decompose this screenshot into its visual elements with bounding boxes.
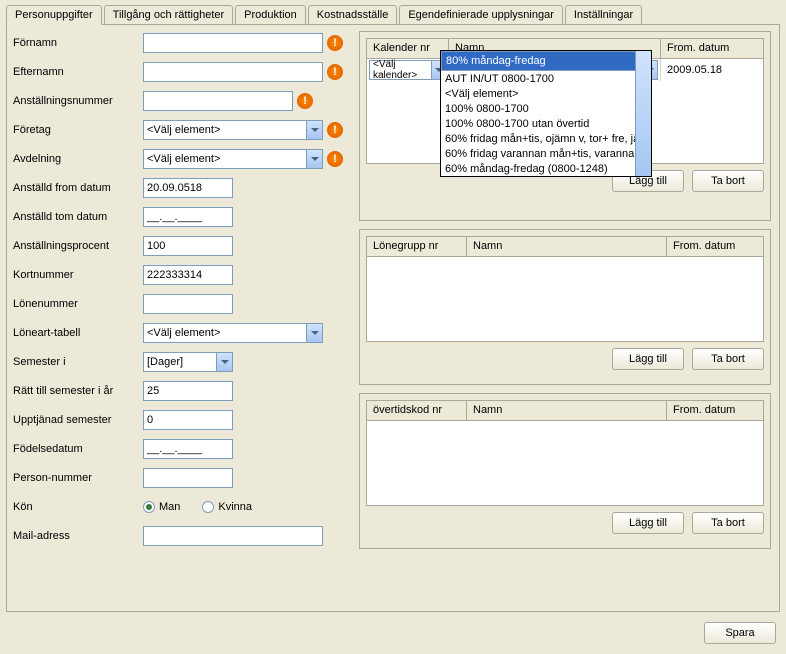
lagg-till-button[interactable]: Lägg till [612, 348, 684, 370]
ansttom-label: Anställd tom datum [13, 211, 143, 223]
anstfrom-input[interactable] [143, 178, 233, 198]
col-from-datum[interactable]: From. datum [667, 237, 763, 256]
ratt-input[interactable] [143, 381, 233, 401]
kortnr-label: Kortnummer [13, 269, 143, 281]
fodelse-input[interactable] [143, 439, 233, 459]
radio-kvinna-label: Kvinna [218, 501, 252, 513]
foretag-label: Företag [13, 124, 143, 136]
radio-man[interactable]: Man [143, 501, 180, 513]
avdelning-select[interactable]: <Välj element> [143, 149, 323, 169]
spara-button[interactable]: Spara [704, 622, 776, 644]
warn-icon: ! [327, 35, 343, 51]
kortnr-input[interactable] [143, 265, 233, 285]
procent-label: Anställningsprocent [13, 240, 143, 252]
warn-icon: ! [297, 93, 313, 109]
upptj-input[interactable] [143, 410, 233, 430]
col-from-datum[interactable]: From. datum [667, 401, 763, 420]
chevron-down-icon [306, 121, 322, 139]
foretag-select[interactable]: <Välj element> [143, 120, 323, 140]
col-from-datum[interactable]: From. datum [661, 39, 763, 58]
dropdown-item[interactable]: 60% fridag varannan mån+tis, varannan to [441, 146, 651, 161]
warn-icon: ! [327, 151, 343, 167]
lonegrupp-panel: Lönegrupp nr Namn From. datum Lägg till … [359, 229, 771, 385]
col-kalender-nr[interactable]: Kalender nr [367, 39, 449, 58]
mail-label: Mail-adress [13, 530, 143, 542]
col-namn[interactable]: Namn [467, 401, 667, 420]
lagg-till-button[interactable]: Lägg till [612, 512, 684, 534]
anstnr-label: Anställningsnummer [13, 95, 143, 107]
mail-input[interactable] [143, 526, 323, 546]
tab-tillgang[interactable]: Tillgång och rättigheter [104, 5, 234, 25]
warn-icon: ! [327, 64, 343, 80]
procent-input[interactable] [143, 236, 233, 256]
warn-icon: ! [327, 122, 343, 138]
efternamn-input[interactable] [143, 62, 323, 82]
ratt-label: Rätt till semester i år [13, 385, 143, 397]
overtidskod-panel: övertidskod nr Namn From. datum Lägg til… [359, 393, 771, 549]
efternamn-label: Efternamn [13, 66, 143, 78]
semester-select[interactable]: [Dager] [143, 352, 233, 372]
radio-icon [202, 501, 214, 513]
foretag-value: <Välj element> [147, 124, 220, 136]
kalender-nr-select[interactable]: <Välj kalender> [369, 60, 446, 80]
semester-value: [Dager] [147, 356, 183, 368]
chevron-down-icon [306, 324, 322, 342]
dropdown-item[interactable]: AUT IN/UT 0800-1700 [441, 71, 651, 86]
fodelse-label: Födelsedatum [13, 443, 143, 455]
radio-kvinna[interactable]: Kvinna [202, 501, 252, 513]
dropdown-item[interactable]: 60% måndag-fredag (0800-1248) [441, 161, 651, 176]
radio-man-label: Man [159, 501, 180, 513]
avdelning-value: <Välj element> [147, 153, 220, 165]
col-lonegrupp-nr[interactable]: Lönegrupp nr [367, 237, 467, 256]
dropdown-item[interactable]: 60% fridag mån+tis, ojämn v, tor+ fre, j… [441, 131, 651, 146]
fornamn-input[interactable] [143, 33, 323, 53]
tab-produktion[interactable]: Produktion [235, 5, 306, 25]
tab-personuppgifter[interactable]: Personuppgifter [6, 5, 102, 25]
kalender-from-value: 2009.05.18 [667, 64, 722, 76]
scrollbar[interactable] [635, 51, 651, 176]
personnr-label: Person-nummer [13, 472, 143, 484]
semester-label: Semester i [13, 356, 143, 368]
lonegrupp-grid: Lönegrupp nr Namn From. datum [366, 236, 764, 342]
anstfrom-label: Anställd from datum [13, 182, 143, 194]
lonenr-label: Lönenummer [13, 298, 143, 310]
tab-kostnadsstalle[interactable]: Kostnadsställe [308, 5, 398, 25]
avdelning-label: Avdelning [13, 153, 143, 165]
loneart-value: <Välj element> [147, 327, 220, 339]
chevron-down-icon [306, 150, 322, 168]
personnr-input[interactable] [143, 468, 233, 488]
ta-bort-button[interactable]: Ta bort [692, 348, 764, 370]
col-namn[interactable]: Namn [467, 237, 667, 256]
chevron-down-icon [216, 353, 232, 371]
dropdown-item[interactable]: 100% 0800-1700 [441, 101, 651, 116]
tab-installningar[interactable]: Inställningar [565, 5, 642, 25]
loneart-select[interactable]: <Välj element> [143, 323, 323, 343]
col-overtidskod-nr[interactable]: övertidskod nr [367, 401, 467, 420]
dropdown-item[interactable]: 100% 0800-1700 utan övertid [441, 116, 651, 131]
overtidskod-grid: övertidskod nr Namn From. datum [366, 400, 764, 506]
tab-egendefinierade[interactable]: Egendefinierade upplysningar [399, 5, 563, 25]
kalender-nr-value: <Välj kalender> [373, 59, 431, 81]
ansttom-input[interactable] [143, 207, 233, 227]
anstnr-input[interactable] [143, 91, 293, 111]
loneart-label: Löneart-tabell [13, 327, 143, 339]
kon-label: Kön [13, 501, 143, 513]
dropdown-item[interactable]: 80% måndag-fredag [441, 51, 651, 71]
dropdown-item[interactable]: <Välj element> [441, 86, 651, 101]
radio-icon [143, 501, 155, 513]
fornamn-label: Förnamn [13, 37, 143, 49]
kalender-namn-dropdown[interactable]: 80% måndag-fredag AUT IN/UT 0800-1700 <V… [440, 50, 652, 177]
ta-bort-button[interactable]: Ta bort [692, 512, 764, 534]
ta-bort-button[interactable]: Ta bort [692, 170, 764, 192]
upptj-label: Upptjänad semester [13, 414, 143, 426]
lonenr-input[interactable] [143, 294, 233, 314]
